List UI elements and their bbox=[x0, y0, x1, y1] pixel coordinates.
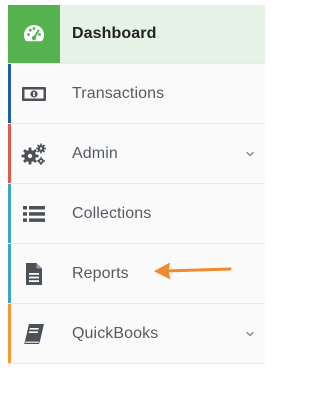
gears-icon bbox=[21, 143, 46, 165]
item-accent-bar bbox=[8, 64, 11, 123]
item-accent-bar bbox=[8, 124, 11, 183]
sidebar-empty-area bbox=[8, 365, 265, 405]
sidebar-nav: Dashboard Transactions Admin Collections… bbox=[8, 5, 265, 364]
annotation-arrow-icon bbox=[154, 262, 232, 280]
transactions-icon-box bbox=[8, 64, 60, 123]
dashboard-gauge-icon bbox=[23, 25, 45, 42]
sidebar-item-collections[interactable]: Collections bbox=[8, 184, 265, 244]
sidebar-item-label: Dashboard bbox=[72, 25, 157, 42]
item-accent-bar bbox=[8, 244, 11, 303]
sidebar-item-dashboard[interactable]: Dashboard bbox=[8, 5, 265, 64]
quickbooks-icon-box bbox=[8, 304, 60, 363]
app-frame: Dashboard Transactions Admin Collections… bbox=[8, 5, 265, 405]
sidebar-item-label: Reports bbox=[72, 264, 129, 282]
list-icon bbox=[23, 205, 45, 222]
collections-icon-box bbox=[8, 184, 60, 243]
sidebar-item-label: Collections bbox=[72, 204, 152, 222]
money-bill-icon bbox=[22, 86, 46, 101]
sidebar-item-admin[interactable]: Admin bbox=[8, 124, 265, 184]
chevron-down-icon[interactable] bbox=[245, 149, 255, 159]
sidebar-item-label: Admin bbox=[72, 144, 118, 162]
admin-icon-box bbox=[8, 124, 60, 183]
sidebar-item-quickbooks[interactable]: QuickBooks bbox=[8, 304, 265, 364]
sidebar-item-label: QuickBooks bbox=[72, 324, 159, 342]
item-accent-bar bbox=[8, 304, 11, 363]
chevron-down-icon[interactable] bbox=[245, 329, 255, 339]
dashboard-icon-box bbox=[8, 5, 60, 63]
item-accent-bar bbox=[8, 184, 11, 243]
book-icon bbox=[24, 323, 44, 344]
document-icon bbox=[26, 262, 42, 285]
sidebar-item-transactions[interactable]: Transactions bbox=[8, 64, 265, 124]
reports-icon-box bbox=[8, 244, 60, 303]
sidebar-item-label: Transactions bbox=[72, 84, 165, 102]
